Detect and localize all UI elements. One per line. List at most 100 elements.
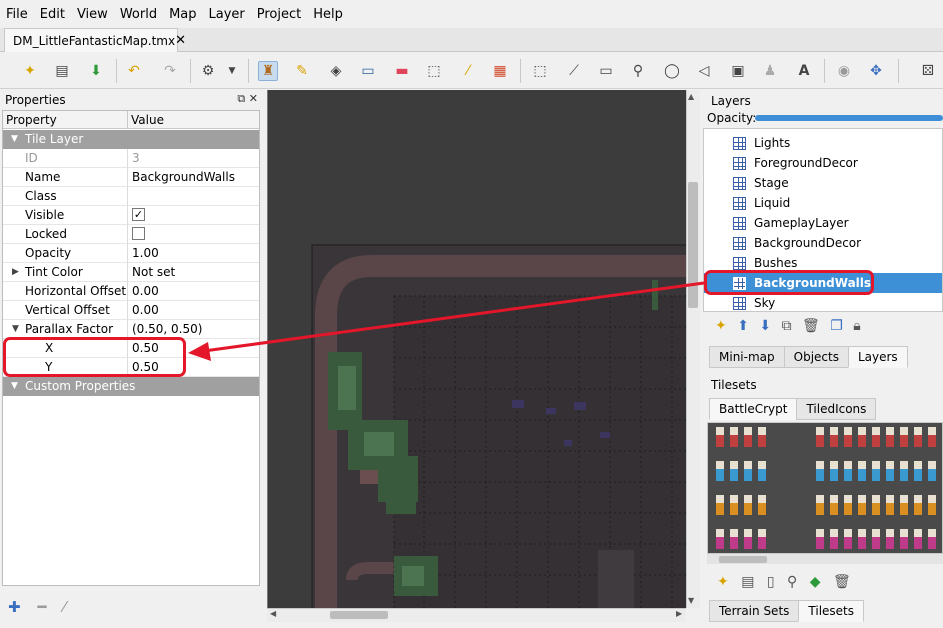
- scroll-down-icon[interactable]: ▼: [688, 596, 694, 605]
- layer-item[interactable]: BackgroundDecor: [704, 233, 942, 253]
- table-row[interactable]: ▶ Tint Color Not set: [3, 263, 259, 282]
- table-row[interactable]: Vertical Offset 0.00: [3, 301, 259, 320]
- group-custom-properties[interactable]: ▼ Custom Properties: [3, 377, 259, 396]
- horizontal-offset-value[interactable]: 0.00: [128, 282, 259, 301]
- insert-rectangle-icon[interactable]: ▭: [596, 61, 616, 81]
- tab-mini-map[interactable]: Mini-map: [709, 346, 785, 368]
- random-mode-icon[interactable]: ⚄: [918, 61, 938, 81]
- embed-tileset-icon[interactable]: ▤: [741, 574, 754, 590]
- property-column-header[interactable]: Property: [3, 111, 128, 129]
- insert-template-icon[interactable]: ♟: [760, 61, 780, 81]
- collapse-icon[interactable]: ▼: [11, 377, 18, 396]
- edit-polygons-icon[interactable]: ⟋: [564, 61, 584, 81]
- chevron-down-icon[interactable]: ▼: [222, 61, 242, 81]
- tab-tilesets[interactable]: Tilesets: [798, 600, 865, 622]
- layer-item[interactable]: Lights: [704, 133, 942, 153]
- show-other-layers-icon[interactable]: ❐: [830, 318, 843, 334]
- tab-layers[interactable]: Layers: [847, 346, 908, 368]
- map-vertical-scrollbar[interactable]: [686, 90, 700, 608]
- document-tab[interactable]: DM_LittleFantasticMap.tmx ✕: [4, 28, 186, 52]
- visible-checkbox[interactable]: ✓: [132, 208, 145, 221]
- world-tool-icon[interactable]: ◉: [834, 61, 854, 81]
- collapse-icon[interactable]: ▼: [11, 130, 18, 149]
- close-icon[interactable]: ✕: [175, 33, 186, 48]
- rect-select-icon[interactable]: ⬚: [424, 61, 444, 81]
- tint-color-value[interactable]: Not set: [128, 263, 259, 282]
- insert-tile-icon[interactable]: ▣: [728, 61, 748, 81]
- table-row[interactable]: Horizontal Offset 0.00: [3, 282, 259, 301]
- tab-terrain-sets[interactable]: Terrain Sets: [709, 600, 800, 622]
- table-row[interactable]: Visible ✓: [3, 206, 259, 225]
- opacity-slider[interactable]: [755, 115, 943, 121]
- scroll-left-icon[interactable]: ◀: [270, 609, 276, 618]
- table-row[interactable]: Locked: [3, 225, 259, 244]
- raise-layer-icon[interactable]: ⬆: [737, 318, 749, 334]
- redo-icon[interactable]: ↷: [160, 61, 180, 81]
- map-canvas[interactable]: [267, 90, 686, 608]
- insert-point-icon[interactable]: ⚲: [628, 61, 648, 81]
- class-value[interactable]: [128, 187, 259, 206]
- map-vertical-scroll-thumb[interactable]: [688, 182, 698, 308]
- new-layer-icon[interactable]: ✦: [715, 318, 727, 334]
- scroll-right-icon[interactable]: ▶: [676, 609, 682, 618]
- tab-tiledicons[interactable]: TiledIcons: [796, 398, 877, 420]
- tileset-view[interactable]: [707, 422, 943, 554]
- duplicate-layer-icon[interactable]: ⧉: [782, 318, 792, 334]
- opacity-value[interactable]: 1.00: [128, 244, 259, 263]
- close-icon[interactable]: ✕: [249, 92, 258, 105]
- vertical-offset-value[interactable]: 0.00: [128, 301, 259, 320]
- shape-fill-icon[interactable]: ▭: [358, 61, 378, 81]
- map-horizontal-scroll-thumb[interactable]: [330, 611, 388, 619]
- new-map-icon[interactable]: ✦: [20, 61, 40, 81]
- locked-checkbox[interactable]: [132, 227, 145, 240]
- new-tileset-icon[interactable]: ✦: [717, 574, 729, 590]
- menu-project[interactable]: Project: [257, 7, 301, 22]
- open-icon[interactable]: ▤: [52, 61, 72, 81]
- lower-layer-icon[interactable]: ⬇: [759, 318, 771, 334]
- select-same-tile-icon[interactable]: ▦: [490, 61, 510, 81]
- select-objects-icon[interactable]: ⬚: [530, 61, 550, 81]
- tileset-scroll-thumb[interactable]: [719, 556, 767, 563]
- insert-text-icon[interactable]: A: [794, 61, 814, 81]
- move-icon[interactable]: ✥: [866, 61, 886, 81]
- tab-battlecrypt[interactable]: BattleCrypt: [709, 398, 798, 420]
- layer-item[interactable]: Liquid: [704, 193, 942, 213]
- menu-help[interactable]: Help: [313, 7, 343, 22]
- name-value[interactable]: BackgroundWalls: [128, 168, 259, 187]
- eraser-icon[interactable]: ▬: [392, 61, 412, 81]
- table-row[interactable]: Opacity 1.00: [3, 244, 259, 263]
- delete-layer-icon[interactable]: 🗑︎: [802, 318, 820, 334]
- menu-world[interactable]: World: [120, 7, 157, 22]
- tab-objects[interactable]: Objects: [783, 346, 849, 368]
- table-row[interactable]: Class: [3, 187, 259, 206]
- menu-layer[interactable]: Layer: [209, 7, 245, 22]
- insert-ellipse-icon[interactable]: ◯: [662, 61, 682, 81]
- table-row[interactable]: Name BackgroundWalls: [3, 168, 259, 187]
- magic-wand-icon[interactable]: ⁄: [458, 61, 478, 81]
- menu-file[interactable]: File: [6, 7, 28, 22]
- layer-item[interactable]: GameplayLayer: [704, 213, 942, 233]
- layer-item[interactable]: Sky: [704, 293, 942, 313]
- float-icon[interactable]: ⧉: [237, 92, 245, 105]
- edit-tileset-icon[interactable]: ⚲: [787, 574, 797, 590]
- dynamic-wrapping-icon[interactable]: ◆: [810, 574, 821, 590]
- save-icon[interactable]: ⬇: [86, 61, 106, 81]
- stamp-brush-icon[interactable]: ♜: [258, 61, 278, 81]
- command-icon[interactable]: ⚙: [198, 61, 218, 81]
- layer-item[interactable]: ForegroundDecor: [704, 153, 942, 173]
- rename-property-icon[interactable]: ⁄: [63, 598, 66, 616]
- insert-polygon-icon[interactable]: ◁: [694, 61, 714, 81]
- export-tileset-icon[interactable]: ▯: [767, 574, 775, 590]
- undo-icon[interactable]: ↶: [124, 61, 144, 81]
- remove-property-icon[interactable]: ━: [37, 598, 46, 616]
- menu-edit[interactable]: Edit: [40, 7, 65, 22]
- lock-icon[interactable]: 🔒︎: [853, 318, 860, 334]
- value-column-header[interactable]: Value: [128, 111, 259, 129]
- menu-view[interactable]: View: [77, 7, 108, 22]
- add-property-icon[interactable]: ✚: [8, 598, 21, 616]
- bucket-fill-icon[interactable]: ◈: [326, 61, 346, 81]
- group-tile-layer[interactable]: ▼ Tile Layer: [3, 130, 259, 149]
- menu-map[interactable]: Map: [169, 7, 196, 22]
- scroll-up-icon[interactable]: ▲: [688, 92, 694, 101]
- layer-item[interactable]: Stage: [704, 173, 942, 193]
